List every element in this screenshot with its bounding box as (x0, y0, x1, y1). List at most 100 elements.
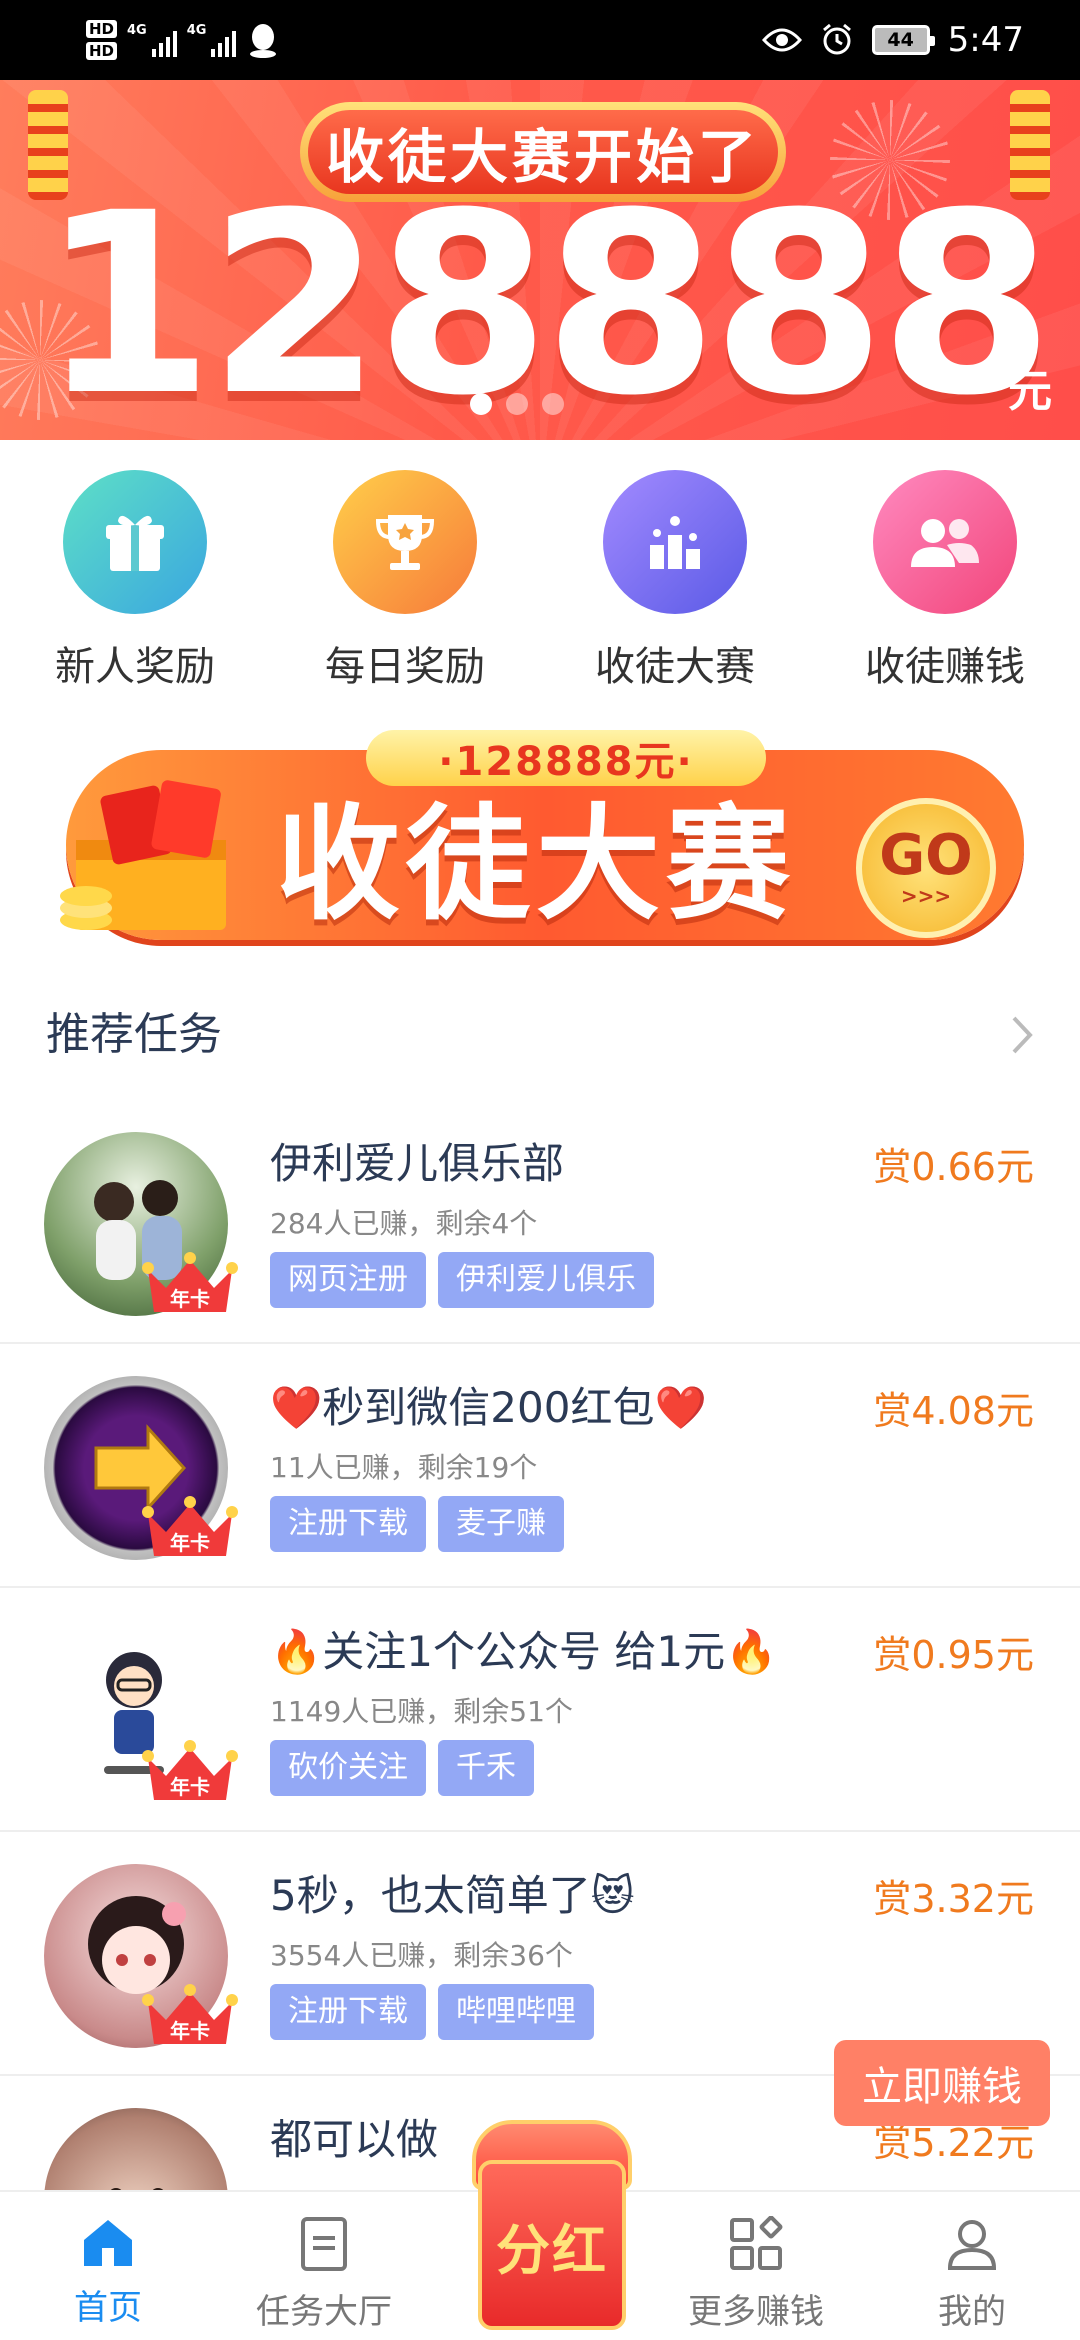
task-avatar: 年卡 (44, 1132, 238, 1316)
shortcut-label: 收徒赚钱 (865, 644, 1025, 690)
badge-label: 年卡 (170, 1531, 210, 1555)
go-label: GO (879, 823, 973, 888)
carousel-dot-2[interactable] (506, 393, 528, 415)
promo-banner[interactable]: ·128888元· 收徒大赛 GO >>> (56, 730, 1024, 952)
signal-icon-1: 4G (127, 23, 177, 57)
task-tag: 注册下载 (270, 1496, 426, 1552)
task-tag: 千禾 (438, 1740, 534, 1796)
task-tags: 网页注册 伊利爱儿俱乐 (270, 1252, 654, 1308)
nav-label: 我的 (938, 2292, 1006, 2332)
task-tag: 注册下载 (270, 1984, 426, 2040)
users-icon (873, 470, 1017, 614)
app-screen: HD HD 4G 4G 44 5:47 收徒大赛开始了 128888 元 新人奖… (0, 0, 1080, 2340)
task-item[interactable]: 年卡 🔥关注1个公众号 给1元🔥 1149人已赚，剩余51个 砍价关注 千禾 赏… (0, 1588, 1080, 1832)
task-item[interactable]: 年卡 ❤️秒到微信200红包❤️ 11人已赚，剩余19个 注册下载 麦子赚 赏4… (0, 1344, 1080, 1588)
shortcut-label: 收徒大赛 (595, 644, 755, 690)
task-title: ❤️秒到微信200红包❤️ (270, 1383, 707, 1432)
signal-icon-2: 4G (187, 23, 237, 57)
alarm-icon (822, 23, 851, 55)
carousel-dots (470, 393, 564, 415)
nav-label: 首页 (74, 2288, 142, 2328)
annual-card-badge: 年卡 (142, 1496, 238, 1556)
task-tags: 砍价关注 千禾 (270, 1740, 534, 1796)
nav-more-earn[interactable]: 更多赚钱 (648, 2192, 864, 2340)
annual-card-badge: 年卡 (142, 1252, 238, 1312)
task-title: 🔥关注1个公众号 给1元🔥 (270, 1627, 778, 1676)
status-right: 44 5:47 (761, 0, 1024, 80)
carousel-dot-3[interactable] (542, 393, 564, 415)
recommended-tasks-header[interactable]: 推荐任务 (46, 1000, 1046, 1070)
home-icon (84, 2220, 132, 2266)
network-type-1: 4G (127, 23, 147, 38)
badge-label: 年卡 (170, 1287, 210, 1311)
go-arrows: >>> (900, 884, 952, 908)
top-banner[interactable]: 收徒大赛开始了 128888 元 (0, 80, 1080, 440)
annual-card-badge: 年卡 (142, 1984, 238, 2044)
trophy-icon (333, 470, 477, 614)
nav-label: 更多赚钱 (688, 2292, 824, 2332)
clock: 5:47 (947, 20, 1024, 60)
promo-amount-tag: ·128888元· (366, 730, 766, 786)
task-tags: 注册下载 哔哩哔哩 (270, 1984, 594, 2040)
task-avatar: 年卡 (44, 1376, 238, 1560)
badge-label: 年卡 (170, 2019, 210, 2043)
shortcut-apprentice-earn[interactable]: 收徒赚钱 (810, 470, 1080, 700)
badge-label: 年卡 (170, 1775, 210, 1799)
task-tag: 哔哩哔哩 (438, 1984, 594, 2040)
eye-icon (761, 28, 802, 52)
apps-icon (730, 2216, 783, 2270)
hd-1: HD (86, 20, 118, 38)
hd-indicators: HD HD (86, 20, 118, 60)
section-title: 推荐任务 (46, 1009, 222, 1060)
shortcut-newbie-reward[interactable]: 新人奖励 (0, 470, 270, 700)
shortcut-daily-reward[interactable]: 每日奖励 (270, 470, 540, 700)
task-avatar: 年卡 (44, 1864, 238, 2048)
qq-icon (250, 24, 277, 58)
red-envelope-box-icon (60, 780, 226, 930)
task-avatar: 年卡 (44, 1620, 238, 1804)
nav-dividend[interactable]: 分红 (472, 2120, 632, 2330)
task-meta: 1149人已赚，剩余51个 (270, 1695, 573, 1728)
task-tag: 砍价关注 (270, 1740, 426, 1796)
shortcut-label: 每日奖励 (325, 644, 485, 690)
status-left: HD HD 4G 4G (86, 10, 280, 70)
task-item[interactable]: 年卡 伊利爱儿俱乐部 284人已赚，剩余4个 网页注册 伊利爱儿俱乐 赏0.66… (0, 1100, 1080, 1344)
hd-2: HD (86, 42, 118, 60)
podium-icon (603, 470, 747, 614)
annual-card-badge: 年卡 (142, 1740, 238, 1800)
task-title: 都可以做 (270, 2115, 439, 2164)
nav-profile[interactable]: 我的 (864, 2192, 1080, 2340)
earn-now-button[interactable]: 立即赚钱 (834, 2040, 1050, 2126)
task-tags: 注册下载 麦子赚 (270, 1496, 564, 1552)
task-reward: 赏0.95元 (873, 1633, 1034, 1677)
gift-icon (63, 470, 207, 614)
task-reward: 赏0.66元 (873, 1145, 1034, 1189)
document-icon (301, 2217, 347, 2271)
profile-icon (947, 2220, 997, 2270)
network-type-2: 4G (186, 23, 207, 38)
task-meta: 11人已赚，剩余19个 (270, 1451, 538, 1484)
promo-go-button[interactable]: GO >>> (856, 798, 996, 938)
status-bar: HD HD 4G 4G 44 5:47 (0, 0, 1080, 80)
battery-icon: 44 (871, 25, 935, 55)
task-tag: 伊利爱儿俱乐 (438, 1252, 654, 1308)
task-title: 伊利爱儿俱乐部 (270, 1139, 565, 1188)
dividend-label: 分红 (478, 2160, 626, 2330)
promo-title: 收徒大赛 (276, 793, 797, 937)
nav-label: 任务大厅 (256, 2292, 392, 2332)
carousel-dot-1[interactable] (470, 393, 492, 415)
task-tag: 网页注册 (270, 1252, 426, 1308)
task-reward: 赏3.32元 (873, 1877, 1034, 1921)
task-meta: 284人已赚，剩余4个 (270, 1207, 538, 1240)
banner-unit: 元 (1008, 366, 1052, 417)
nav-task-hall[interactable]: 任务大厅 (216, 2192, 432, 2340)
nav-home[interactable]: 首页 (0, 2192, 216, 2340)
shortcut-grid: 新人奖励 每日奖励 收徒大赛 收徒赚钱 (0, 470, 1080, 700)
shortcut-apprentice-contest[interactable]: 收徒大赛 (540, 470, 810, 700)
task-reward: 赏4.08元 (873, 1389, 1034, 1433)
chevron-right-icon[interactable] (996, 1010, 1046, 1060)
task-meta: 3554人已赚，剩余36个 (270, 1939, 573, 1972)
task-title: 5秒，也太简单了😻 (270, 1871, 635, 1920)
task-tag: 麦子赚 (438, 1496, 564, 1552)
shortcut-label: 新人奖励 (55, 644, 215, 690)
